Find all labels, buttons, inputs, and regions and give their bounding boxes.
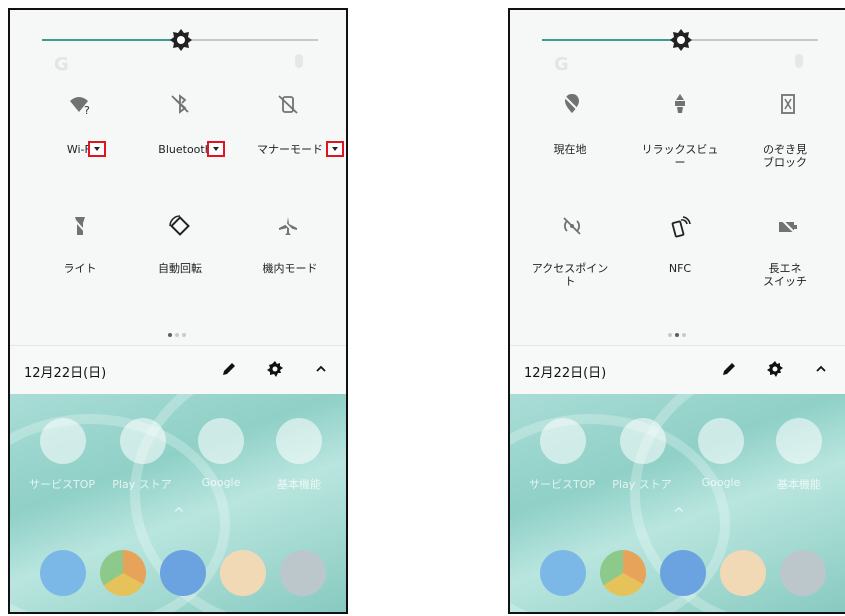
chrome-app-icon[interactable] — [100, 550, 146, 596]
nfc-icon[interactable] — [668, 214, 692, 238]
app-label: 基本機能 — [777, 478, 821, 491]
au-mail-app-icon[interactable] — [720, 550, 766, 596]
page-dot — [175, 333, 179, 337]
hotspot-off-icon[interactable] — [560, 214, 584, 238]
brightness-slider-track[interactable] — [186, 39, 318, 41]
home-screen-background: サービスTOP Play ストア Google 基本機能 ^ — [510, 394, 845, 612]
app-drawer-chevron-icon[interactable]: ^ — [673, 506, 685, 522]
date-label: 12月22日(日) — [524, 366, 607, 381]
gear-icon[interactable] — [266, 360, 284, 378]
phone-app-icon[interactable] — [540, 550, 586, 596]
page-dot — [168, 333, 172, 337]
quick-settings-footer: 12月22日(日) — [510, 345, 845, 394]
message-app-icon[interactable] — [660, 550, 706, 596]
app-label: 基本機能 — [277, 478, 321, 491]
page-indicator — [668, 322, 689, 337]
tile-label-relax-view[interactable]: リラックスビュ ー — [630, 143, 730, 169]
tile-label-battery-saver[interactable]: 長エネ スイッチ — [750, 262, 820, 288]
app-icon-play-store[interactable] — [620, 418, 666, 464]
tile-label-airplane-mode[interactable]: 機内モード — [250, 262, 330, 275]
wifi-dropdown-button[interactable] — [88, 141, 106, 157]
tile-label-bluetooth[interactable]: Bluetooth — [155, 143, 215, 156]
app-icon-google-folder[interactable] — [698, 418, 744, 464]
brightness-slider-track[interactable] — [686, 39, 818, 41]
tile-label-nfc[interactable]: NFC — [650, 262, 710, 275]
gear-icon[interactable] — [766, 360, 784, 378]
flashlight-off-icon[interactable] — [68, 214, 92, 238]
phone-app-icon[interactable] — [40, 550, 86, 596]
page-dot — [668, 333, 672, 337]
quick-settings-panel: G 現在地 リラックスビュ ー のぞき見 ブロック アクセスポイン ト NFC … — [510, 10, 845, 345]
app-label: Play ストア — [612, 478, 672, 491]
app-icon-service-top[interactable] — [540, 418, 586, 464]
manner-mode-off-icon[interactable] — [276, 92, 300, 116]
app-label: サービスTOP — [528, 478, 595, 491]
collapse-chevron-up-icon[interactable] — [812, 360, 830, 378]
bluetooth-dropdown-button[interactable] — [207, 141, 225, 157]
tile-label-peek-block[interactable]: のぞき見 ブロック — [750, 143, 820, 169]
camera-app-icon[interactable] — [280, 550, 326, 596]
page-indicator — [168, 322, 189, 337]
peek-block-icon[interactable] — [776, 92, 800, 116]
relax-view-icon[interactable] — [668, 92, 692, 116]
manner-mode-dropdown-button[interactable] — [326, 141, 344, 157]
date-label: 12月22日(日) — [24, 366, 107, 381]
app-icon-basic-functions[interactable] — [776, 418, 822, 464]
page-dot — [682, 333, 686, 337]
brightness-slider-thumb-icon[interactable] — [170, 29, 192, 51]
app-label: Google — [201, 476, 241, 489]
app-icon-basic-functions[interactable] — [276, 418, 322, 464]
tile-label-location[interactable]: 現在地 — [540, 143, 600, 156]
app-icon-service-top[interactable] — [40, 418, 86, 464]
quick-settings-footer: 12月22日(日) — [10, 345, 346, 394]
auto-rotate-icon[interactable] — [168, 214, 192, 238]
au-mail-app-icon[interactable] — [220, 550, 266, 596]
app-label: Play ストア — [112, 478, 172, 491]
phone-screen-2: サービスTOP Play ストア Google 基本機能 ^ G 現在地 リラッ… — [508, 8, 845, 614]
phone-screen-1: サービスTOP Play ストア Google 基本機能 ^ G ? Wi-Fi… — [8, 8, 348, 614]
brightness-slider-fill[interactable] — [42, 39, 178, 41]
home-screen-background: サービスTOP Play ストア Google 基本機能 ^ — [10, 394, 346, 612]
tile-label-manner-mode[interactable]: マナーモード — [250, 143, 330, 156]
tile-label-hotspot[interactable]: アクセスポイン ト — [524, 262, 616, 288]
camera-app-icon[interactable] — [780, 550, 826, 596]
battery-saver-icon[interactable] — [776, 214, 800, 238]
brightness-slider-fill[interactable] — [542, 39, 678, 41]
app-icon-google-folder[interactable] — [198, 418, 244, 464]
app-label: Google — [701, 476, 741, 489]
mic-ghost-icon — [795, 54, 803, 68]
page-dot — [182, 333, 186, 337]
google-search-ghost-icon: G — [54, 54, 69, 75]
mic-ghost-icon — [295, 54, 303, 68]
app-icon-play-store[interactable] — [120, 418, 166, 464]
wifi-unknown-icon[interactable]: ? — [68, 92, 92, 116]
edit-pencil-icon[interactable] — [220, 360, 238, 378]
tile-label-flashlight[interactable]: ライト — [50, 262, 110, 275]
location-off-icon[interactable] — [560, 92, 584, 116]
tile-label-auto-rotate[interactable]: 自動回転 — [145, 262, 215, 275]
airplane-mode-off-icon[interactable] — [276, 214, 300, 238]
message-app-icon[interactable] — [160, 550, 206, 596]
svg-text:?: ? — [84, 104, 90, 116]
edit-pencil-icon[interactable] — [720, 360, 738, 378]
quick-settings-panel: G ? Wi-Fi Bluetooth マナーモード ライト 自動回転 機内モー… — [10, 10, 346, 345]
app-label: サービスTOP — [28, 478, 95, 491]
google-search-ghost-icon: G — [554, 54, 569, 75]
bluetooth-off-icon[interactable] — [168, 92, 192, 116]
collapse-chevron-up-icon[interactable] — [312, 360, 330, 378]
page-dot — [675, 333, 679, 337]
brightness-slider-thumb-icon[interactable] — [670, 29, 692, 51]
chrome-app-icon[interactable] — [600, 550, 646, 596]
app-drawer-chevron-icon[interactable]: ^ — [173, 506, 185, 522]
